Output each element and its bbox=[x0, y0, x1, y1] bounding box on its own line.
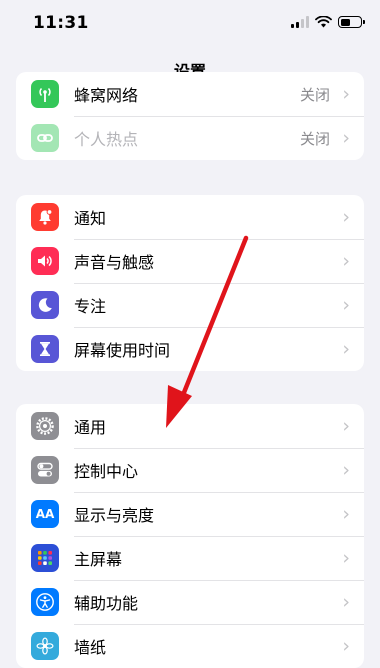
chevron-right-icon: › bbox=[342, 459, 350, 481]
chevron-right-icon: › bbox=[342, 294, 350, 316]
row-label: 通用 bbox=[74, 418, 107, 437]
row-label: 辅助功能 bbox=[74, 594, 139, 613]
row-label: 通知 bbox=[74, 209, 107, 228]
toggles-icon bbox=[31, 456, 59, 484]
row-label: 专注 bbox=[74, 297, 107, 316]
aa-text-icon: AA bbox=[31, 500, 59, 528]
app-grid-icon bbox=[31, 544, 59, 572]
chevron-right-icon: › bbox=[342, 250, 350, 272]
row-label: 蜂窝网络 bbox=[74, 86, 139, 105]
chevron-right-icon: › bbox=[342, 415, 350, 437]
row-sounds-haptics[interactable]: 声音与触感 › bbox=[16, 239, 364, 283]
status-time: 11:31 bbox=[33, 13, 89, 33]
wifi-icon bbox=[315, 16, 332, 28]
row-display-brightness[interactable]: AA 显示与亮度 › bbox=[16, 492, 364, 536]
row-wallpaper[interactable]: 墙纸 › bbox=[16, 624, 364, 668]
speaker-icon bbox=[31, 247, 59, 275]
chevron-right-icon: › bbox=[342, 83, 350, 105]
chevron-right-icon: › bbox=[342, 127, 350, 149]
accessibility-icon bbox=[31, 588, 59, 616]
row-notifications[interactable]: 通知 › bbox=[16, 195, 364, 239]
row-screen-time[interactable]: 屏幕使用时间 › bbox=[16, 327, 364, 371]
row-label: 控制中心 bbox=[74, 462, 139, 481]
hourglass-icon bbox=[31, 335, 59, 363]
row-cellular[interactable]: 蜂窝网络 关闭 › bbox=[16, 72, 364, 116]
row-home-screen[interactable]: 主屏幕 › bbox=[16, 536, 364, 580]
row-label: 个人热点 bbox=[74, 130, 139, 149]
battery-icon bbox=[338, 16, 365, 28]
aa-text: AA bbox=[35, 507, 55, 521]
cellular-signal-icon bbox=[291, 16, 309, 28]
bell-icon bbox=[31, 203, 59, 231]
row-general[interactable]: 通用 › bbox=[16, 404, 364, 448]
row-label: 主屏幕 bbox=[74, 550, 123, 569]
row-label: 显示与亮度 bbox=[74, 506, 155, 525]
flower-icon bbox=[31, 632, 59, 660]
moon-icon bbox=[31, 291, 59, 319]
row-focus[interactable]: 专注 › bbox=[16, 283, 364, 327]
status-icons bbox=[291, 16, 365, 28]
row-label: 声音与触感 bbox=[74, 253, 155, 272]
row-accessibility[interactable]: 辅助功能 › bbox=[16, 580, 364, 624]
antenna-icon bbox=[31, 80, 59, 108]
row-value: 关闭 bbox=[299, 129, 330, 148]
chevron-right-icon: › bbox=[342, 206, 350, 228]
row-label: 墙纸 bbox=[74, 638, 107, 657]
chevron-right-icon: › bbox=[342, 547, 350, 569]
group-general: 通用 › 控制中心 › AA 显示与亮度 › 主屏幕 › 辅助功能 › 墙纸 › bbox=[16, 404, 364, 668]
group-connectivity: 蜂窝网络 关闭 › 个人热点 关闭 › bbox=[16, 72, 364, 160]
group-notifications: 通知 › 声音与触感 › 专注 › 屏幕使用时间 › bbox=[16, 195, 364, 371]
row-value: 关闭 bbox=[299, 85, 330, 104]
gear-icon bbox=[31, 412, 59, 440]
chevron-right-icon: › bbox=[342, 338, 350, 360]
chevron-right-icon: › bbox=[342, 591, 350, 613]
status-bar: 11:31 bbox=[0, 0, 380, 48]
chain-link-icon bbox=[31, 124, 59, 152]
row-personal-hotspot[interactable]: 个人热点 关闭 › bbox=[16, 116, 364, 160]
row-control-center[interactable]: 控制中心 › bbox=[16, 448, 364, 492]
chevron-right-icon: › bbox=[342, 503, 350, 525]
row-label: 屏幕使用时间 bbox=[74, 341, 171, 360]
chevron-right-icon: › bbox=[342, 635, 350, 657]
